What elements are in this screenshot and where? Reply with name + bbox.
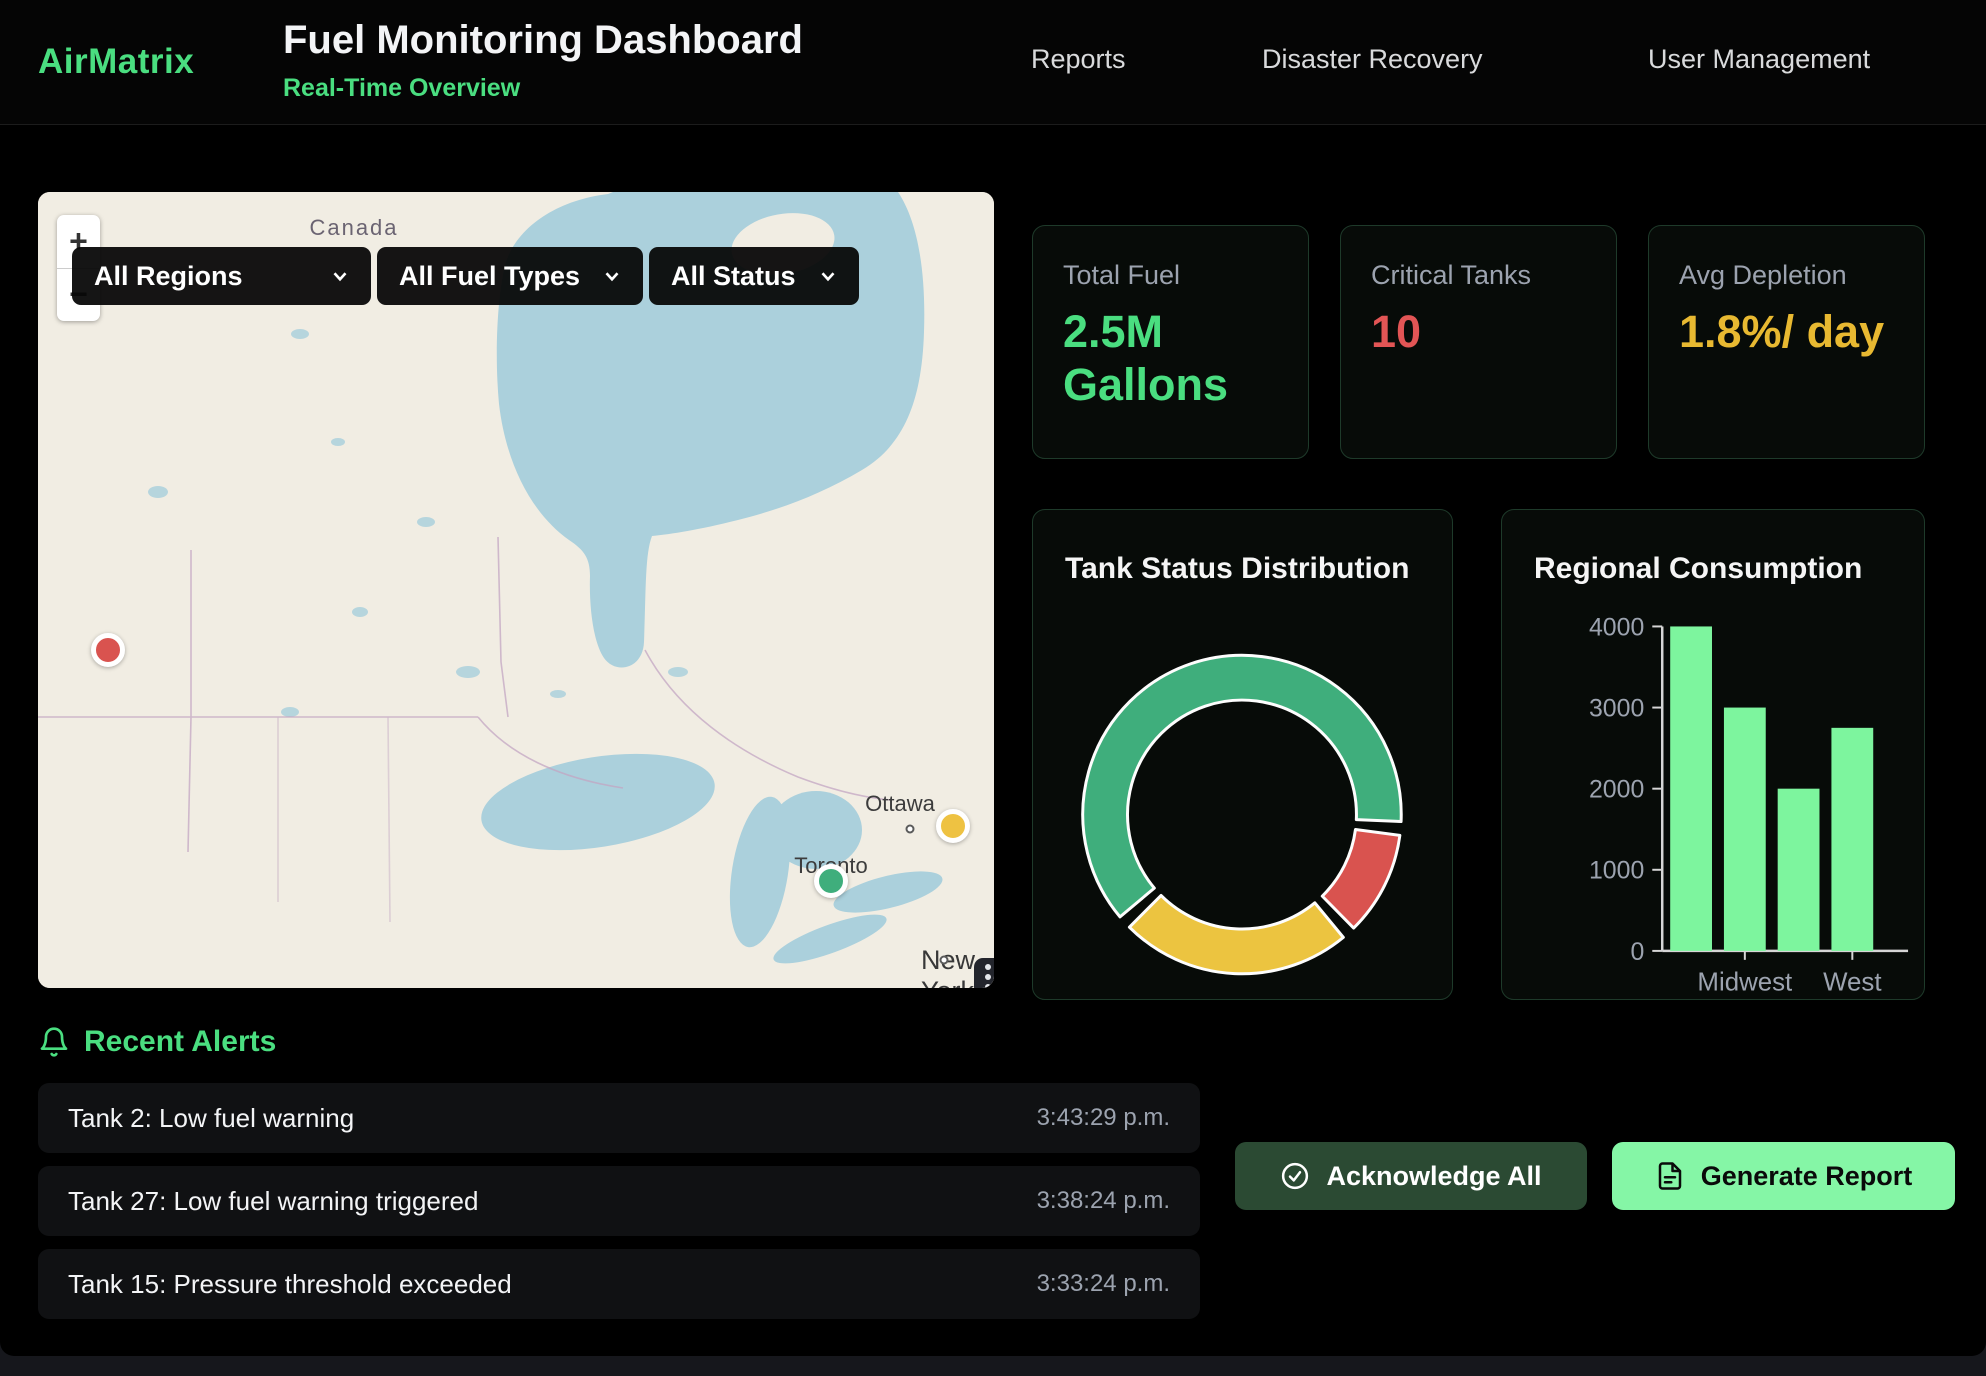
chevron-down-icon <box>329 265 351 287</box>
nav-disaster-recovery[interactable]: Disaster Recovery <box>1262 44 1483 75</box>
nav-reports[interactable]: Reports <box>1031 44 1126 75</box>
stat-card-avg-depletion: Avg Depletion 1.8%/ day <box>1648 225 1925 459</box>
bar-region-1 <box>1670 626 1712 950</box>
tank-status-chart-card: Tank Status Distribution <box>1032 509 1453 1000</box>
stat-card-critical-tanks: Critical Tanks 10 <box>1340 225 1617 459</box>
regional-consumption-bar-chart: 0 1000 2000 3000 4000 Midwest West <box>1502 510 1924 999</box>
bell-icon <box>38 1026 70 1058</box>
fuel-type-select[interactable]: All Fuel Types <box>377 247 643 305</box>
status-select-value: All Status <box>671 261 796 292</box>
alert-timestamp: 3:38:24 p.m. <box>1037 1187 1170 1215</box>
stat-label: Avg Depletion <box>1679 260 1894 291</box>
stat-value-critical-tanks: 10 <box>1371 305 1586 358</box>
regional-consumption-chart-card: Regional Consumption 01000200030004000Mi… <box>1501 509 1925 1000</box>
tank-marker-critical[interactable] <box>91 633 125 667</box>
alert-message: Tank 27: Low fuel warning triggered <box>68 1186 478 1217</box>
stat-label: Total Fuel <box>1063 260 1278 291</box>
chevron-down-icon <box>601 265 623 287</box>
ottawa-city-dot <box>906 825 915 834</box>
alerts-header: Recent Alerts <box>38 1025 276 1059</box>
alert-message: Tank 15: Pressure threshold exceeded <box>68 1269 512 1300</box>
fuel-map[interactable]: + − All Regions All Fuel Types All Statu… <box>38 192 994 988</box>
y-tick-label: 1000 <box>1589 857 1644 885</box>
alert-row[interactable]: Tank 15: Pressure threshold exceeded 3:3… <box>38 1249 1200 1319</box>
page-subtitle: Real-Time Overview <box>283 74 520 103</box>
fuel-type-select-value: All Fuel Types <box>399 261 580 292</box>
alerts-title: Recent Alerts <box>84 1025 276 1059</box>
alert-row[interactable]: Tank 27: Low fuel warning triggered 3:38… <box>38 1166 1200 1236</box>
brand-logo: AirMatrix <box>38 42 194 82</box>
stat-label: Critical Tanks <box>1371 260 1586 291</box>
map-canvas <box>38 192 994 988</box>
y-tick-label: 2000 <box>1589 776 1644 804</box>
y-tick-label: 4000 <box>1589 613 1644 641</box>
alert-timestamp: 3:43:29 p.m. <box>1037 1104 1170 1132</box>
alert-timestamp: 3:33:24 p.m. <box>1037 1270 1170 1298</box>
chevron-down-icon <box>817 265 839 287</box>
tank-marker-warning[interactable] <box>936 809 970 843</box>
dashboard-panel: AirMatrix Fuel Monitoring Dashboard Real… <box>0 0 1986 1356</box>
map-lake-huron <box>770 791 862 869</box>
x-tick-label: Midwest <box>1697 969 1792 997</box>
alert-row[interactable]: Tank 2: Low fuel warning 3:43:29 p.m. <box>38 1083 1200 1153</box>
donut-segment-warning-yellow <box>1129 895 1343 973</box>
stat-value-avg-depletion: 1.8%/ day <box>1679 305 1894 358</box>
page-title: Fuel Monitoring Dashboard <box>283 18 803 63</box>
map-drag-handle[interactable] <box>974 958 994 988</box>
tank-status-donut-chart <box>1033 510 1452 999</box>
tank-marker-normal[interactable] <box>814 864 848 898</box>
app-header: AirMatrix Fuel Monitoring Dashboard Real… <box>0 0 1986 125</box>
acknowledge-all-label: Acknowledge All <box>1326 1161 1541 1192</box>
status-select[interactable]: All Status <box>649 247 859 305</box>
new-york-city-dot <box>940 956 949 965</box>
bar-region-3 <box>1778 789 1820 951</box>
nav-user-management[interactable]: User Management <box>1648 44 1870 75</box>
x-tick-label: West <box>1823 969 1881 997</box>
check-circle-icon <box>1280 1161 1310 1191</box>
regions-select-value: All Regions <box>94 261 243 292</box>
generate-report-button[interactable]: Generate Report <box>1612 1142 1955 1210</box>
bar-Midwest <box>1724 708 1766 951</box>
donut-segment-critical-red <box>1322 830 1400 929</box>
stat-card-total-fuel: Total Fuel 2.5M Gallons <box>1032 225 1309 459</box>
stat-value-total-fuel: 2.5M Gallons <box>1063 305 1278 411</box>
y-tick-label: 3000 <box>1589 695 1644 723</box>
bar-West <box>1831 728 1873 951</box>
regions-select[interactable]: All Regions <box>72 247 371 305</box>
alert-message: Tank 2: Low fuel warning <box>68 1103 354 1134</box>
file-text-icon <box>1655 1161 1685 1191</box>
y-tick-label: 0 <box>1630 938 1644 966</box>
acknowledge-all-button[interactable]: Acknowledge All <box>1235 1142 1587 1210</box>
map-filter-bar: All Regions All Fuel Types All Status <box>72 247 859 305</box>
generate-report-label: Generate Report <box>1701 1161 1913 1192</box>
